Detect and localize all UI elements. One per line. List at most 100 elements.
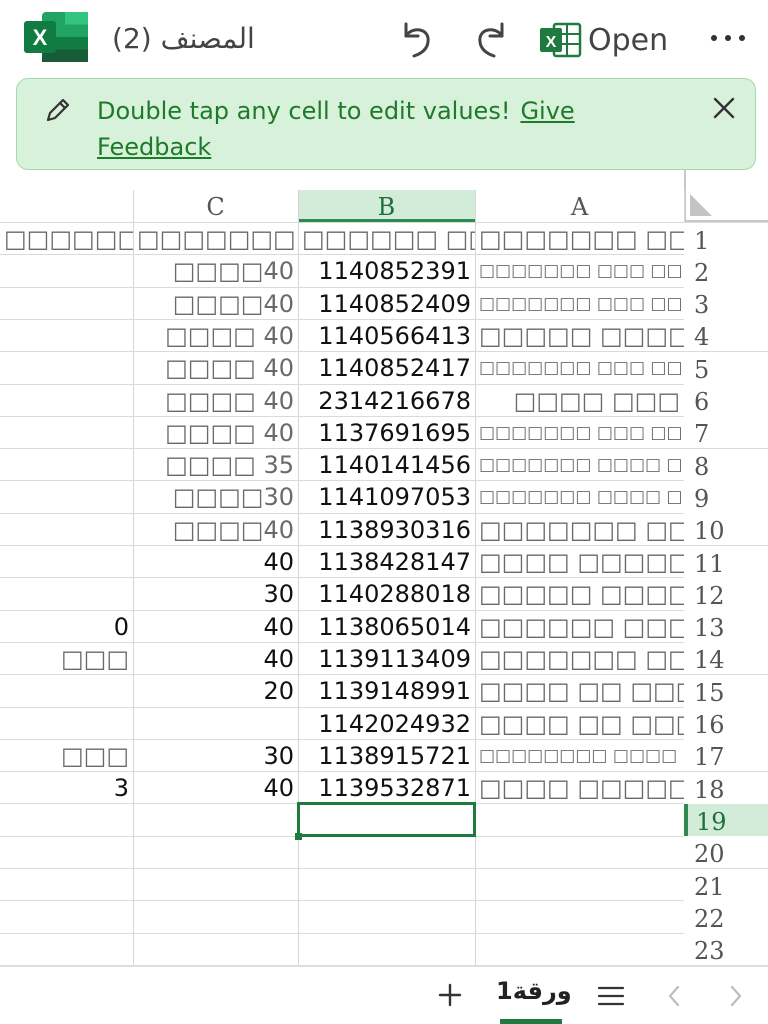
cell-d1[interactable]: □□□□□□□: [0, 223, 133, 255]
cell-b15[interactable]: 1139148991: [298, 675, 475, 707]
row-header-15[interactable]: 15: [684, 674, 768, 707]
cell-c20[interactable]: [133, 837, 298, 869]
cell-a2[interactable]: □□□□□□□ □□□ □□ □□□□: [475, 255, 684, 287]
cell-a23[interactable]: [475, 934, 684, 966]
cell-a20[interactable]: [475, 837, 684, 869]
cell-d17[interactable]: □□□: [0, 740, 133, 772]
cell-b21[interactable]: [298, 869, 475, 901]
cell-b20[interactable]: [298, 837, 475, 869]
cell-d6[interactable]: [0, 385, 133, 417]
cell-d18[interactable]: 3: [0, 772, 133, 804]
cell-d7[interactable]: [0, 417, 133, 449]
select-all-button[interactable]: [684, 170, 768, 222]
cell-d21[interactable]: [0, 869, 133, 901]
cell-b16[interactable]: 1142024932: [298, 708, 475, 740]
cell-b4[interactable]: 1140566413: [298, 320, 475, 352]
cell-c7[interactable]: □□□□ 40: [133, 417, 298, 449]
cell-a8[interactable]: □□□□□□□ □□□□ □□□□□: [475, 449, 684, 481]
row-header-21[interactable]: 21: [684, 868, 768, 901]
cell-a22[interactable]: [475, 901, 684, 933]
cell-c13[interactable]: 40: [133, 611, 298, 643]
row-header-5[interactable]: 5: [684, 351, 768, 384]
cell-c14[interactable]: 40: [133, 643, 298, 675]
cell-b13[interactable]: 1138065014: [298, 611, 475, 643]
cell-c5[interactable]: □□□□ 40: [133, 352, 298, 384]
cell-b5[interactable]: 1140852417: [298, 352, 475, 384]
cell-d2[interactable]: [0, 255, 133, 287]
row-header-20[interactable]: 20: [684, 836, 768, 869]
column-header-b[interactable]: B: [298, 190, 475, 222]
fill-handle[interactable]: [295, 832, 302, 840]
row-header-16[interactable]: 16: [684, 707, 768, 739]
cell-c19[interactable]: [133, 804, 298, 836]
cell-c6[interactable]: □□□□ 40: [133, 385, 298, 417]
cell-a19[interactable]: [475, 804, 684, 836]
cell-b18[interactable]: 1139532871: [298, 772, 475, 804]
cell-c9[interactable]: □□□□30: [133, 481, 298, 513]
row-header-18[interactable]: 18: [684, 771, 768, 804]
row-header-10[interactable]: 10: [684, 513, 768, 546]
cell-a12[interactable]: □□□□□ □□□□□: [475, 578, 684, 610]
cell-a13[interactable]: □□□□□□ □□□□□: [475, 611, 684, 643]
cell-c18[interactable]: 40: [133, 772, 298, 804]
cell-b11[interactable]: 1138428147: [298, 546, 475, 578]
row-header-2[interactable]: 2: [684, 254, 768, 287]
cell-a6[interactable]: □□□□ □□□: [475, 385, 684, 417]
cell-b8[interactable]: 1140141456: [298, 449, 475, 481]
cell-b1[interactable]: □□□□□□ □□□□□: [298, 223, 475, 255]
row-header-19[interactable]: 19: [684, 803, 768, 836]
column-header-c[interactable]: C: [133, 190, 298, 222]
row-header-1[interactable]: 1: [684, 222, 768, 255]
row-header-3[interactable]: 3: [684, 287, 768, 320]
cell-c22[interactable]: [133, 901, 298, 933]
cell-b6[interactable]: 2314216678: [298, 385, 475, 417]
cell-a9[interactable]: □□□□□□□ □□□□ □□□□□: [475, 481, 684, 513]
undo-button[interactable]: [396, 20, 436, 60]
redo-button[interactable]: [472, 20, 512, 60]
cell-a21[interactable]: [475, 869, 684, 901]
cell-c15[interactable]: 20: [133, 675, 298, 707]
cell-b9[interactable]: 1141097053: [298, 481, 475, 513]
cell-a15[interactable]: □□□□ □□ □□□□□: [475, 675, 684, 707]
cell-c23[interactable]: [133, 934, 298, 966]
cell-a17[interactable]: □□□□□□□□ □□□□ □□□□: [475, 740, 684, 772]
cell-c1[interactable]: □□□□□□□: [133, 223, 298, 255]
cell-d16[interactable]: [0, 708, 133, 740]
cell-d19[interactable]: [0, 804, 133, 836]
row-header-9[interactable]: 9: [684, 480, 768, 513]
cell-d5[interactable]: [0, 352, 133, 384]
cell-d3[interactable]: [0, 288, 133, 320]
cell-d10[interactable]: [0, 514, 133, 546]
sheets-list-button[interactable]: [596, 981, 626, 1011]
cell-d23[interactable]: [0, 934, 133, 966]
cell-d11[interactable]: [0, 546, 133, 578]
cell-c3[interactable]: □□□□40: [133, 288, 298, 320]
cell-a18[interactable]: □□□□ □□□□□: [475, 772, 684, 804]
add-sheet-button[interactable]: [434, 979, 466, 1011]
cell-c4[interactable]: □□□□ 40: [133, 320, 298, 352]
close-banner-button[interactable]: [707, 91, 741, 125]
row-header-13[interactable]: 13: [684, 610, 768, 643]
cell-a16[interactable]: □□□□ □□ □□□□: [475, 708, 684, 740]
cell-d12[interactable]: [0, 578, 133, 610]
cell-c17[interactable]: 30: [133, 740, 298, 772]
cell-d4[interactable]: [0, 320, 133, 352]
previous-sheet-button[interactable]: [662, 981, 686, 1011]
cell-a3[interactable]: □□□□□□□ □□□ □□ □□□□: [475, 288, 684, 320]
cell-b22[interactable]: [298, 901, 475, 933]
cell-d22[interactable]: [0, 901, 133, 933]
column-header-a[interactable]: A: [475, 190, 684, 222]
cell-d15[interactable]: [0, 675, 133, 707]
cell-a11[interactable]: □□□□ □□□□□: [475, 546, 684, 578]
row-header-6[interactable]: 6: [684, 384, 768, 416]
cell-a14[interactable]: □□□□□□□ □□□□: [475, 643, 684, 675]
row-header-4[interactable]: 4: [684, 319, 768, 352]
row-header-22[interactable]: 22: [684, 900, 768, 933]
cell-d9[interactable]: [0, 481, 133, 513]
cell-b14[interactable]: 1139113409: [298, 643, 475, 675]
cell-c8[interactable]: □□□□ 35: [133, 449, 298, 481]
row-header-12[interactable]: 12: [684, 577, 768, 610]
cell-d13[interactable]: 0: [0, 611, 133, 643]
active-cell[interactable]: [297, 802, 476, 837]
cell-a7[interactable]: □□□□□□□ □□□ □□□□□: [475, 417, 684, 449]
